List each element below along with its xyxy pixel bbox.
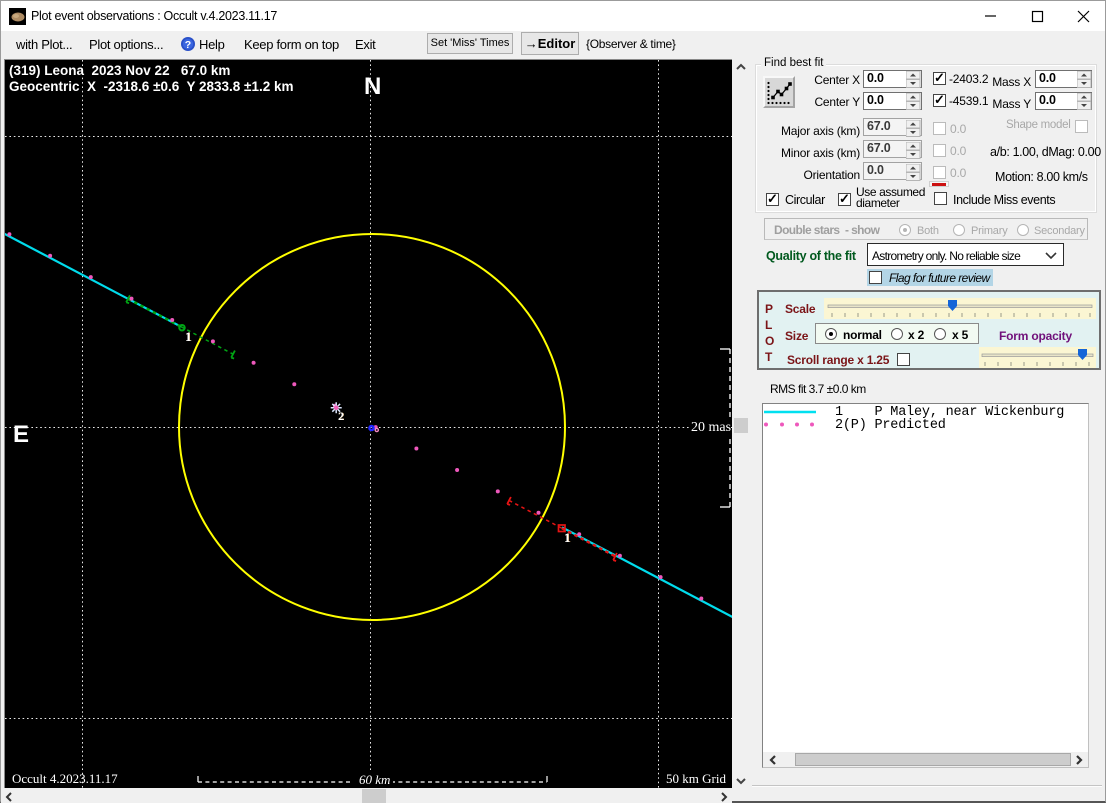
svg-text:?: ?	[185, 39, 191, 51]
